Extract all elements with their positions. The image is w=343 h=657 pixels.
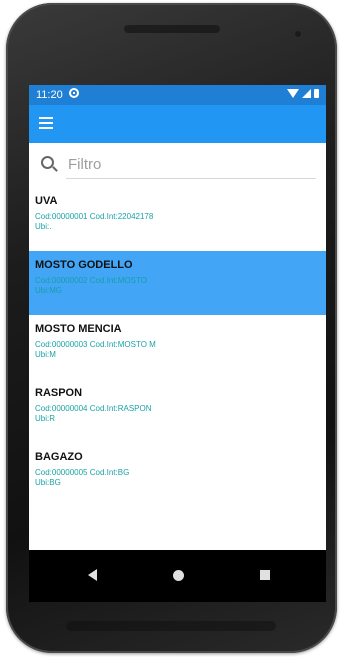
item-title: RASPON: [35, 387, 83, 399]
item-codes: Cod:00000002 Cod.Int:MOSTO: [35, 276, 147, 285]
phone-camera: [293, 29, 303, 39]
list-item-selected[interactable]: MOSTO GODELLO Cod:00000002 Cod.Int:MOSTO…: [29, 251, 326, 315]
sync-icon: [69, 88, 79, 98]
item-codes: Cod:00000003 Cod.Int:MOSTO M: [35, 340, 156, 349]
item-codes: Cod:00000001 Cod.Int:22042178: [35, 212, 154, 221]
list-item[interactable]: UVA Cod:00000001 Cod.Int:22042178 Ubi:.: [29, 187, 326, 251]
item-title: BAGAZO: [35, 451, 83, 463]
status-bar: 11:20: [29, 85, 326, 105]
phone-speaker: [124, 25, 220, 33]
nav-back-icon[interactable]: [88, 569, 97, 581]
phone-bottom-speaker: [66, 621, 276, 631]
item-title: MOSTO MENCIA: [35, 323, 122, 335]
status-time: 11:20: [36, 89, 63, 101]
item-codes: Cod:00000004 Cod.Int:RASPON: [35, 404, 152, 413]
nav-home-icon[interactable]: [173, 570, 184, 581]
list-item[interactable]: BAGAZO Cod:00000005 Cod.Int:BG Ubi:BG: [29, 443, 326, 507]
hamburger-menu-icon[interactable]: [39, 117, 53, 129]
item-location: Ubi:.: [35, 222, 52, 231]
status-icons: [287, 89, 319, 98]
system-nav-bar: [29, 550, 326, 602]
item-title: UVA: [35, 195, 58, 207]
item-location: Ubi:BG: [35, 478, 61, 487]
item-list: UVA Cod:00000001 Cod.Int:22042178 Ubi:. …: [29, 187, 326, 507]
signal-icon: [302, 89, 311, 98]
search-input[interactable]: [66, 151, 320, 177]
wifi-icon: [287, 89, 299, 98]
item-location: Ubi:R: [35, 414, 56, 423]
search-icon[interactable]: [41, 156, 54, 169]
app-bar: [29, 105, 326, 143]
item-location: Ubi:M: [35, 350, 56, 359]
app-screen: 11:20 UVA Cod:00000001 Cod.Int:22042178 …: [29, 85, 326, 602]
search-bar: [29, 143, 326, 183]
search-underline: [66, 178, 316, 179]
item-title: MOSTO GODELLO: [35, 259, 133, 271]
item-codes: Cod:00000005 Cod.Int:BG: [35, 468, 130, 477]
list-item[interactable]: MOSTO MENCIA Cod:00000003 Cod.Int:MOSTO …: [29, 315, 326, 379]
phone-frame: 11:20 UVA Cod:00000001 Cod.Int:22042178 …: [6, 3, 337, 653]
list-item[interactable]: RASPON Cod:00000004 Cod.Int:RASPON Ubi:R: [29, 379, 326, 443]
item-location: Ubi:MG: [35, 286, 63, 295]
battery-icon: [314, 89, 319, 98]
nav-recent-icon[interactable]: [260, 570, 270, 580]
